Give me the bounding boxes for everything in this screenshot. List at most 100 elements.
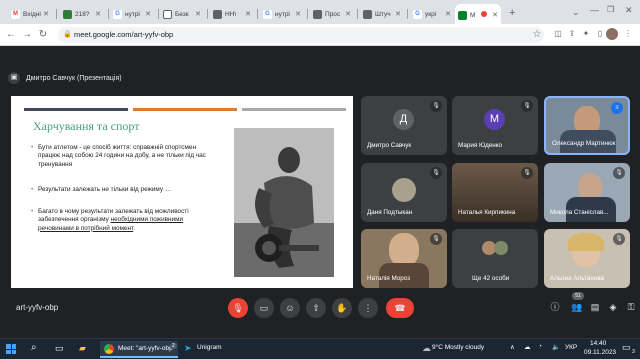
close-icon[interactable]: ✕ xyxy=(492,11,498,19)
puzzle-icon[interactable]: ✦ xyxy=(580,28,592,40)
close-icon[interactable]: ✕ xyxy=(295,10,301,18)
tab-label: M xyxy=(470,11,476,19)
participant-tile[interactable]: 🎙 Наталья Кирпикина xyxy=(452,163,538,222)
bullet-icon: • xyxy=(31,186,34,193)
leave-call-button[interactable]: ☎ xyxy=(386,298,414,318)
participant-tile[interactable]: 🎙 Микола Станіслав... xyxy=(544,163,630,222)
participant-tile[interactable]: 🎙 Даня Подтыкан xyxy=(361,163,447,222)
language-indicator[interactable]: УКР xyxy=(565,344,577,351)
emoji-button[interactable]: ☺ xyxy=(280,298,300,318)
site-icon xyxy=(363,9,372,19)
avatar: М xyxy=(484,109,505,130)
participant-name: Наталія Мороз xyxy=(367,275,411,282)
clock-time[interactable]: 14:40 xyxy=(590,340,606,347)
notification-icon[interactable]: ▭ xyxy=(622,342,631,353)
tray-chevron-icon[interactable]: ∧ xyxy=(510,343,515,351)
close-icon[interactable]: ✕ xyxy=(95,10,101,18)
close-icon[interactable]: ✕ xyxy=(345,10,351,18)
more-options-button[interactable]: ⋮ xyxy=(358,298,378,318)
speaking-icon: ≡ xyxy=(611,102,623,114)
minimize-button[interactable]: — xyxy=(590,5,599,15)
bullet-icon: • xyxy=(31,144,34,151)
tab-divider xyxy=(56,9,57,19)
onedrive-icon[interactable]: ☁ xyxy=(524,343,531,351)
reload-button[interactable]: ↻ xyxy=(36,28,50,42)
participant-tile[interactable]: 🎙 Наталія Мороз xyxy=(361,229,447,288)
participant-tile-speaking[interactable]: ≡ Олександр Мартинюк xyxy=(544,96,630,155)
wifi-icon[interactable]: ◔ xyxy=(538,343,542,350)
more-participants-label: Ще 42 особи xyxy=(472,275,510,282)
browser-tab-bar: M Вхідні ✕ 218? ✕ G нутрі ✕ Безк ✕ НН\ ✕… xyxy=(0,0,640,26)
tab-8[interactable]: Штуч ✕ xyxy=(360,4,404,24)
new-tab-button[interactable]: + xyxy=(509,7,515,19)
tab-label: Безк xyxy=(175,10,189,18)
mic-off-icon: 🎙 xyxy=(430,100,442,112)
clock-date[interactable]: 09.11.2023 xyxy=(584,349,616,356)
slide-bullet: • Бути атлетом - це спосіб життя: справж… xyxy=(31,144,211,169)
windows-taskbar: ⌕ ▭ ▰ Meet: "art-yyfv-obp" 2 ➤ Unigram ☁… xyxy=(0,338,640,359)
site-icon xyxy=(213,9,222,19)
lock-icon: 🔒 xyxy=(63,31,72,38)
people-icon[interactable]: 👥 xyxy=(570,300,584,314)
raise-hand-button[interactable]: ✋ xyxy=(332,298,352,318)
chat-icon[interactable]: ▤ xyxy=(588,300,602,314)
task-view-icon[interactable]: ▭ xyxy=(55,343,64,354)
tab-7[interactable]: Прос ✕ xyxy=(310,4,354,24)
profile-avatar[interactable] xyxy=(606,28,618,40)
participant-tile[interactable]: 🎙 Д Дмитро Савчук xyxy=(361,96,447,155)
close-icon[interactable]: ✕ xyxy=(195,10,201,18)
bullet-icon: • xyxy=(31,208,34,215)
mic-toggle-button[interactable]: 🎙 xyxy=(228,298,248,318)
windows-start-icon[interactable] xyxy=(6,344,16,354)
close-icon[interactable]: ✕ xyxy=(245,10,251,18)
extension-icon[interactable]: ◫ xyxy=(552,28,564,40)
taskbar-meet-window[interactable]: Meet: "art-yyfv-obp" 2 xyxy=(100,341,178,358)
search-icon[interactable]: ⌕ xyxy=(31,342,37,353)
forward-button[interactable]: → xyxy=(20,28,34,42)
activities-icon[interactable]: ◈ xyxy=(606,300,620,314)
close-window-button[interactable]: ✕ xyxy=(625,5,633,16)
host-controls-icon[interactable]: ⚿ xyxy=(624,300,638,314)
back-button[interactable]: ← xyxy=(4,28,18,42)
tab-2[interactable]: 218? ✕ xyxy=(60,4,104,24)
weather-cloud-icon: ☁ xyxy=(422,343,431,353)
tab-label: Вхідні xyxy=(23,10,41,18)
mic-off-icon: 🎙 xyxy=(430,233,442,245)
maximize-button[interactable]: ❐ xyxy=(607,5,614,14)
weather-text[interactable]: 9°C Mostly cloudy xyxy=(432,344,484,351)
tab-6[interactable]: G нутрі ✕ xyxy=(260,4,304,24)
menu-kebab-icon[interactable]: ⋮ xyxy=(622,28,634,40)
tab-gmail[interactable]: M Вхідні ✕ xyxy=(8,4,52,24)
close-icon[interactable]: ✕ xyxy=(145,10,151,18)
tab-search-icon[interactable]: ⌄ xyxy=(572,7,580,18)
tab-divider xyxy=(307,9,308,19)
camera-toggle-button[interactable]: ▭ xyxy=(254,298,274,318)
avatar: Д xyxy=(393,109,414,130)
present-button[interactable]: ⇧ xyxy=(306,298,326,318)
url-input[interactable]: 🔒 meet.google.com/art-yyfv-obp xyxy=(58,27,544,43)
telegram-icon[interactable]: ➤ xyxy=(184,343,192,354)
taskbar-unigram[interactable]: Unigram xyxy=(197,344,222,351)
file-explorer-icon[interactable]: ▰ xyxy=(79,343,86,354)
tab-4[interactable]: Безк ✕ xyxy=(160,4,204,24)
participant-tile[interactable]: 🎙 Альона Альтанова xyxy=(544,229,630,288)
avatar xyxy=(392,178,416,202)
participant-name: Даня Подтыкан xyxy=(367,209,413,216)
close-icon[interactable]: ✕ xyxy=(395,10,401,18)
tab-9[interactable]: G укрі ✕ xyxy=(410,4,454,24)
tab-meet[interactable]: M ✕ xyxy=(455,4,501,26)
slide-stripe xyxy=(24,108,128,111)
participant-tile[interactable]: 🎙 М Мария Юденко xyxy=(452,96,538,155)
info-icon[interactable]: ⓘ xyxy=(548,300,562,314)
volume-icon[interactable]: 🔈 xyxy=(552,343,560,351)
close-icon[interactable]: ✕ xyxy=(43,10,49,18)
more-participants-tile[interactable]: Ще 42 особи xyxy=(452,229,538,288)
bookmark-star-icon[interactable]: ☆ xyxy=(530,28,544,42)
close-icon[interactable]: ✕ xyxy=(445,10,451,18)
tab-3[interactable]: G нутрі ✕ xyxy=(110,4,154,24)
tab-divider xyxy=(407,9,408,19)
avatar xyxy=(494,241,508,255)
sidebar-icon[interactable]: ▯ xyxy=(594,28,606,40)
tab-5[interactable]: НН\ ✕ xyxy=(210,4,254,24)
share-icon[interactable]: ⇪ xyxy=(566,28,578,40)
